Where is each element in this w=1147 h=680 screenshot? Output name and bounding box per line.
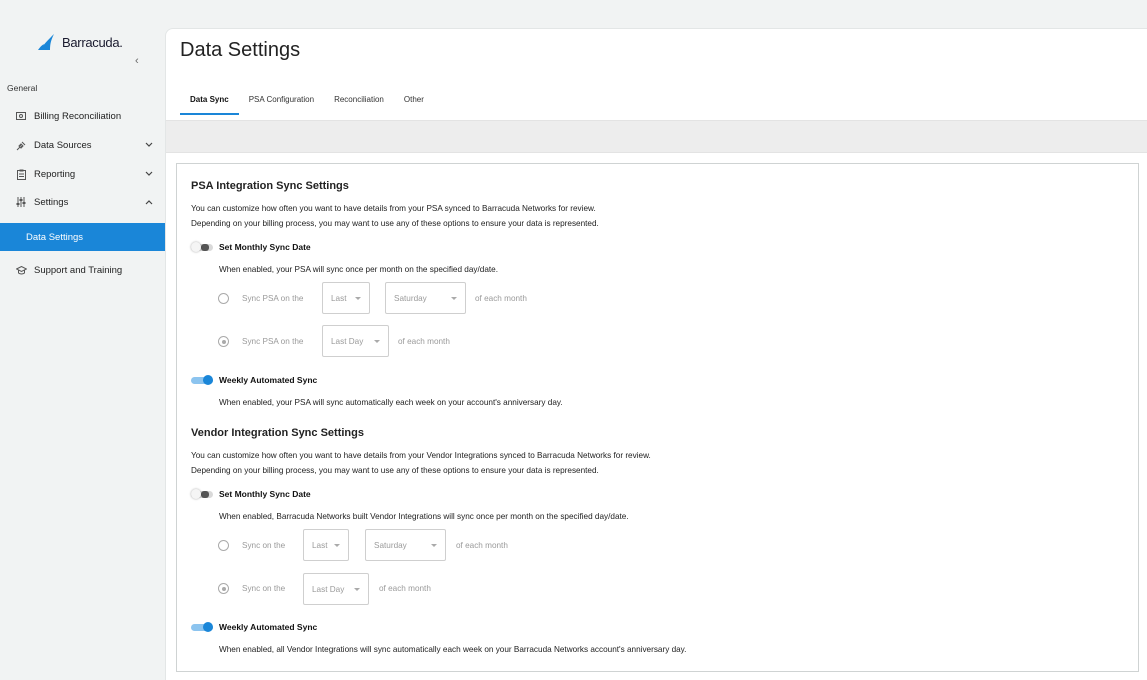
sidebar-item-support-and-training[interactable]: Support and Training — [0, 256, 165, 284]
vendor-weekly-sync-description: When enabled, all Vendor Integrations wi… — [219, 645, 687, 654]
chevron-down-icon — [145, 140, 153, 150]
psa-option1-radio[interactable] — [218, 293, 229, 304]
vendor-option1-prefix: Sync on the — [242, 541, 286, 550]
psa-weekly-sync-toggle[interactable] — [191, 375, 213, 385]
psa-weekly-sync-description: When enabled, your PSA will sync automat… — [219, 398, 563, 407]
vendor-weekly-sync-label: Weekly Automated Sync — [219, 622, 318, 632]
vendor-option2-suffix: of each month — [379, 584, 431, 593]
sidebar-item-label: Billing Reconciliation — [34, 110, 122, 122]
tab-reconciliation[interactable]: Reconciliation — [324, 87, 394, 115]
page-title: Data Settings — [180, 39, 301, 61]
psa-weekly-sync-label: Weekly Automated Sync — [219, 375, 318, 385]
caret-down-icon — [354, 588, 360, 591]
sidebar-item-data-sources[interactable]: Data Sources — [0, 131, 165, 159]
psa-option2-suffix: of each month — [398, 337, 450, 346]
vendor-monthly-sync-label: Set Monthly Sync Date — [219, 489, 311, 499]
caret-down-icon — [334, 544, 340, 547]
sidebar-item-billing-reconciliation[interactable]: Billing Reconciliation — [0, 102, 165, 130]
psa-monthly-sync-toggle[interactable] — [191, 242, 213, 252]
sliders-icon — [15, 197, 27, 207]
psa-option1-day-select[interactable]: Saturday — [385, 282, 466, 314]
tab-bar: Data Sync PSA Configuration Reconciliati… — [180, 87, 434, 115]
psa-monthly-sync-label: Set Monthly Sync Date — [219, 242, 311, 252]
vendor-description-line2: Depending on your billing process, you m… — [191, 466, 599, 475]
psa-section-title: PSA Integration Sync Settings — [191, 180, 349, 192]
caret-down-icon — [374, 340, 380, 343]
toolbar-band — [166, 120, 1147, 153]
psa-option1-week-select[interactable]: Last — [322, 282, 370, 314]
collapse-sidebar-icon[interactable]: ‹ — [135, 55, 139, 67]
tab-other[interactable]: Other — [394, 87, 434, 115]
barracuda-logo[interactable]: Barracuda. — [38, 34, 123, 50]
vendor-option2-radio[interactable] — [218, 583, 229, 594]
psa-description-line1: You can customize how often you want to … — [191, 204, 596, 213]
plug-icon — [15, 140, 27, 151]
nav-section-general: General — [7, 83, 38, 93]
vendor-description-line1: You can customize how often you want to … — [191, 451, 651, 460]
select-value: Last Day — [312, 584, 345, 594]
tab-psa-configuration[interactable]: PSA Configuration — [239, 87, 324, 115]
psa-option1-prefix: Sync PSA on the — [242, 294, 304, 303]
psa-option1-suffix: of each month — [475, 294, 527, 303]
select-value: Saturday — [394, 293, 427, 303]
vendor-option1-radio[interactable] — [218, 540, 229, 551]
vendor-option1-day-select[interactable]: Saturday — [365, 529, 446, 561]
psa-description-line2: Depending on your billing process, you m… — [191, 219, 599, 228]
psa-option2-radio[interactable] — [218, 336, 229, 347]
sidebar-item-label: Reporting — [34, 168, 76, 180]
sidebar-item-label: Support and Training — [34, 264, 123, 276]
billing-icon — [15, 112, 27, 120]
vendor-option1-week-select[interactable]: Last — [303, 529, 349, 561]
vendor-monthly-sync-toggle[interactable] — [191, 489, 213, 499]
select-value: Last — [312, 540, 328, 550]
sidebar-item-settings[interactable]: Settings — [0, 188, 165, 216]
sidebar-item-reporting[interactable]: Reporting — [0, 160, 165, 188]
vendor-option1-suffix: of each month — [456, 541, 508, 550]
vendor-monthly-sync-description: When enabled, Barracuda Networks built V… — [219, 512, 629, 521]
select-value: Last — [331, 293, 347, 303]
psa-option2-prefix: Sync PSA on the — [242, 337, 304, 346]
psa-option2-day-select[interactable]: Last Day — [322, 325, 389, 357]
vendor-option2-day-select[interactable]: Last Day — [303, 573, 369, 605]
chevron-down-icon — [145, 169, 153, 179]
barracuda-fin-icon — [38, 34, 54, 50]
vendor-weekly-sync-toggle[interactable] — [191, 622, 213, 632]
caret-down-icon — [431, 544, 437, 547]
caret-down-icon — [451, 297, 457, 300]
sidebar-item-data-settings[interactable]: Data Settings — [0, 223, 165, 251]
sidebar-item-label: Data Sources — [34, 139, 92, 151]
vendor-option2-prefix: Sync on the — [242, 584, 286, 593]
brand-name: Barracuda. — [62, 35, 123, 50]
chevron-up-icon — [145, 197, 153, 207]
select-value: Last Day — [331, 336, 364, 346]
clipboard-icon — [15, 169, 27, 180]
main-content: Data Settings Data Sync PSA Configuratio… — [165, 28, 1147, 680]
caret-down-icon — [355, 297, 361, 300]
select-value: Saturday — [374, 540, 407, 550]
sync-settings-card: PSA Integration Sync Settings You can cu… — [176, 163, 1139, 672]
tab-data-sync[interactable]: Data Sync — [180, 87, 239, 115]
sidebar: Barracuda. ‹ General Billing Reconciliat… — [0, 0, 165, 680]
graduation-cap-icon — [15, 265, 27, 275]
sidebar-item-label: Settings — [34, 196, 69, 208]
sidebar-item-label: Data Settings — [26, 231, 84, 243]
psa-monthly-sync-description: When enabled, your PSA will sync once pe… — [219, 265, 498, 274]
vendor-section-title: Vendor Integration Sync Settings — [191, 427, 364, 439]
